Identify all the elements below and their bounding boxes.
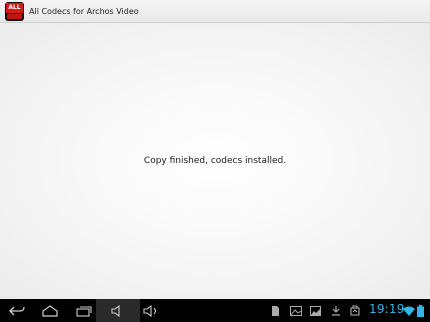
back-icon bbox=[9, 306, 25, 315]
status-clock: 19:19 bbox=[369, 302, 405, 316]
home-icon bbox=[42, 304, 58, 317]
picture-notification[interactable] bbox=[309, 304, 322, 317]
home-button[interactable] bbox=[33, 299, 67, 322]
battery-indicator bbox=[414, 304, 427, 317]
system-navigation-bar: 19:19 bbox=[0, 299, 430, 322]
app-icon[interactable]: ALL bbox=[5, 1, 24, 21]
status-message: Copy finished, codecs installed. bbox=[143, 156, 287, 166]
battery-icon bbox=[417, 304, 424, 317]
download-notification[interactable] bbox=[329, 304, 342, 317]
action-bar: ALL All Codecs for Archos Video bbox=[0, 0, 430, 23]
download-icon bbox=[331, 306, 340, 316]
volume-up-button[interactable] bbox=[134, 299, 168, 322]
volume-up-icon bbox=[143, 304, 157, 317]
sd-card-icon bbox=[272, 305, 279, 316]
main-content: Copy finished, codecs installed. bbox=[0, 23, 430, 299]
app-icon-text: ALL bbox=[6, 2, 23, 13]
gallery-notification[interactable] bbox=[289, 304, 302, 317]
sd-card-notification[interactable] bbox=[269, 304, 282, 317]
usb-debug-notification[interactable] bbox=[348, 304, 361, 317]
usb-debug-icon bbox=[349, 305, 360, 316]
gallery-icon bbox=[289, 305, 302, 316]
back-button[interactable] bbox=[0, 299, 34, 322]
app-title: All Codecs for Archos Video bbox=[29, 6, 139, 16]
picture-icon bbox=[310, 305, 321, 316]
wifi-icon bbox=[402, 306, 415, 316]
recent-apps-icon bbox=[76, 305, 92, 317]
app-icon-band bbox=[7, 13, 22, 19]
volume-down-icon bbox=[111, 304, 120, 317]
